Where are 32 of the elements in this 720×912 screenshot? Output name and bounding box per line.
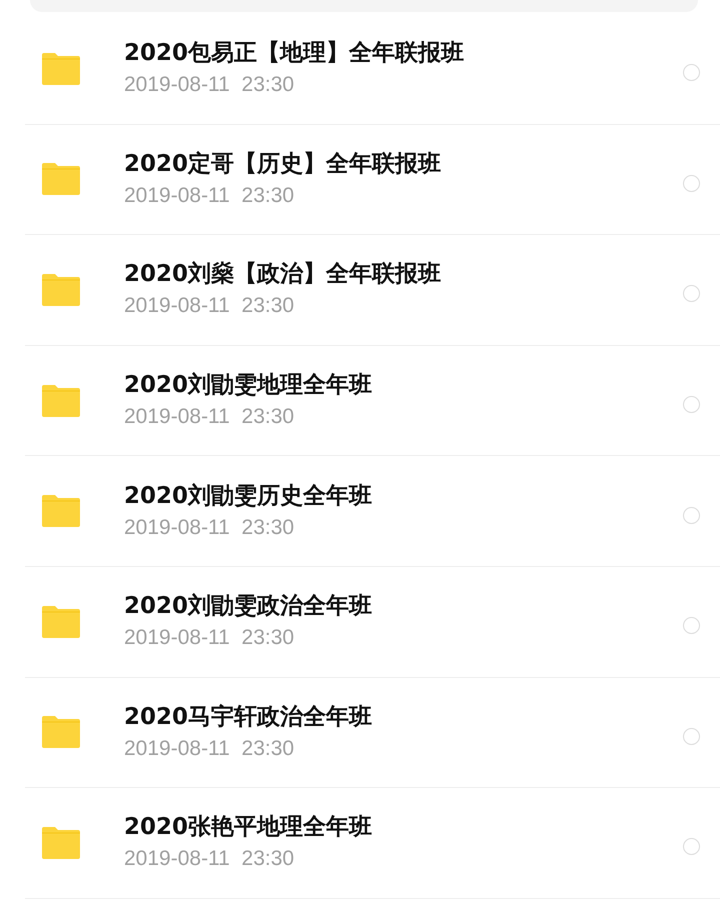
folder-icon	[42, 384, 80, 417]
folder-name[interactable]: 2020马宇轩政治全年班	[124, 702, 683, 731]
folder-icon	[42, 826, 80, 859]
folder-name[interactable]: 2020刘勖雯政治全年班	[124, 592, 683, 620]
modified-date: 2019-08-11 23:30	[124, 625, 296, 652]
modified-date: 2019-08-11 23:30	[124, 293, 296, 320]
modified-date: 2019-08-11 23:30	[124, 846, 296, 872]
select-radio[interactable]	[683, 64, 700, 82]
select-radio[interactable]	[683, 838, 700, 856]
folder-name[interactable]: 2020包易正【地理】全年联报班	[124, 39, 683, 68]
modified-date: 2019-08-11 23:30	[124, 514, 296, 541]
select-radio[interactable]	[683, 174, 700, 192]
select-radio[interactable]	[683, 285, 700, 302]
folder-name[interactable]: 2020张艳平地理全年班	[124, 813, 683, 842]
folder-icon	[42, 495, 80, 528]
modified-date: 2019-08-11 23:30	[124, 182, 296, 209]
folder-icon	[42, 716, 80, 748]
folder-name[interactable]: 2020刘勖雯地理全年班	[124, 371, 683, 400]
select-radio[interactable]	[683, 728, 700, 745]
folder-name[interactable]: 2020刘燊【政治】全年联报班	[124, 260, 683, 288]
folder-icon	[42, 52, 80, 85]
folder-icon	[42, 606, 80, 638]
folder-name[interactable]: 2020刘勖雯历史全年班	[124, 482, 683, 510]
select-radio[interactable]	[683, 506, 700, 524]
select-radio[interactable]	[683, 396, 700, 414]
modified-date: 2019-08-11 23:30	[124, 72, 296, 98]
folder-icon	[42, 163, 80, 196]
modified-date: 2019-08-11 23:30	[124, 404, 296, 430]
modified-date: 2019-08-11 23:30	[124, 736, 296, 762]
folder-name[interactable]: 2020定哥【历史】全年联报班	[124, 150, 683, 178]
folder-icon	[42, 274, 80, 306]
select-radio[interactable]	[683, 617, 700, 634]
